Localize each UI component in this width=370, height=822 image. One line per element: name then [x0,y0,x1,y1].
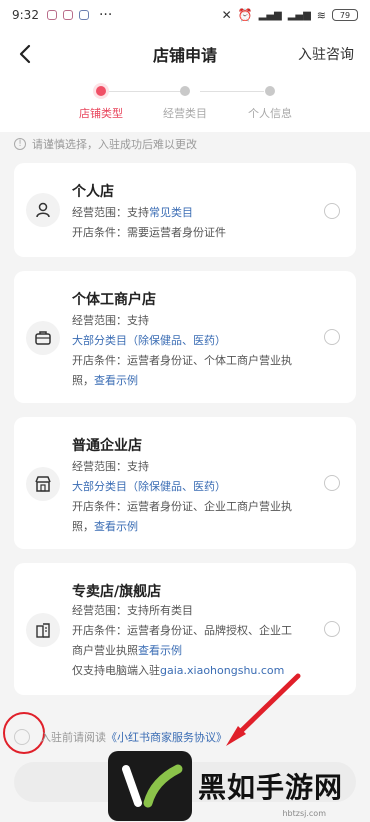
store-icon [26,467,60,501]
signal-icon: ▂▄▆ [287,9,311,21]
notice-text: ! 请谨慎选择，入驻成功后难以更改 [14,136,197,152]
notice-label: 请谨慎选择，入驻成功后难以更改 [32,138,197,151]
briefcase-icon [26,321,60,355]
card-condition: 开店条件：需要运营者身份证件 [72,223,302,243]
card-condition: 开店条件：运营者身份证、企业工商户营业执照，查看示例 [72,497,302,537]
scope-highlight: 大部分类目（除保健品、医药） [72,334,226,347]
person-icon [26,193,60,227]
building-icon [26,613,60,647]
select-radio[interactable] [324,329,340,345]
agreement-text: 入驻前请阅读《小红书商家服务协议》 [40,729,227,745]
card-scope: 经营范围：支持常见类目 [72,203,302,223]
agreement-prefix: 入驻前请阅读 [40,731,106,744]
scope-highlight: 常见类目 [149,206,193,219]
shop-type-card-flagship[interactable]: 专卖店/旗舰店 经营范围：支持所有类目 开店条件：运营者身份证、品牌授权、企业工… [14,563,356,695]
watermark-logo [108,751,192,821]
agreement-checkbox[interactable] [14,729,30,745]
status-time: 9:32 [12,8,39,22]
card-title: 个人店 [72,184,114,200]
view-example-link[interactable]: 查看示例 [94,374,138,387]
pc-only-label: 仅支持电脑端入驻 [72,664,160,677]
step-label: 店铺类型 [79,107,123,120]
scope-label: 经营范围：支持 [72,314,149,327]
card-scope: 经营范围：支持所有类目 [72,601,302,621]
wifi-icon: ≋ [316,8,326,22]
navigation-bar: 店铺申请 入驻咨询 [0,30,370,78]
step-dot [180,86,190,96]
shop-type-card-individual-business[interactable]: 个体工商户店 经营范围：支持大部分类目（除保健品、医药） 开店条件：运营者身份证… [14,271,356,403]
view-example-link[interactable]: 查看示例 [94,520,138,533]
more-notifications-icon: ··· [98,7,113,23]
scope-highlight: 大部分类目（除保健品、医药） [72,480,226,493]
condition-label: 开店条件：运营者身份证、品牌授权、企业工商户营业执照 [72,624,292,657]
info-icon: ! [14,138,26,150]
alarm-icon: ⏰ [237,8,253,22]
card-pc-only-note: 仅支持电脑端入驻gaia.xiaohongshu.com [72,661,302,681]
mute-icon: ✕ [221,8,232,22]
battery-icon: 79 [332,9,358,21]
shop-type-card-personal[interactable]: 个人店 经营范围：支持常见类目 开店条件：需要运营者身份证件 [14,163,356,257]
view-example-link[interactable]: 查看示例 [138,644,182,657]
step-dot [265,86,275,96]
scope-label: 经营范围：支持 [72,460,149,473]
select-radio[interactable] [324,203,340,219]
step-dot [96,86,106,96]
watermark-url: hbtzsj.com [282,809,326,818]
battery-level: 79 [339,10,351,20]
step-shop-type: 店铺类型 [61,86,141,121]
card-scope: 经营范围：支持大部分类目（除保健品、医药） [72,311,302,351]
scope-label: 经营范围：支持所有类目 [72,604,193,617]
notification-icon [62,10,73,20]
card-title: 专卖店/旗舰店 [72,584,162,600]
signal-icon: ▂▄▆ [258,9,282,21]
agreement-row: 入驻前请阅读《小红书商家服务协议》 [0,712,370,754]
step-personal-info: 个人信息 [230,86,310,121]
back-arrow-icon[interactable] [12,40,40,68]
card-condition: 开店条件：运营者身份证、个体工商户营业执照，查看示例 [72,351,302,391]
status-bar: 9:32 ··· ✕ ⏰ ▂▄▆ ▂▄▆ ≋ 79 [0,0,370,30]
step-label: 个人信息 [248,107,292,120]
pc-site-link[interactable]: gaia.xiaohongshu.com [160,664,284,677]
shop-type-card-enterprise[interactable]: 普通企业店 经营范围：支持大部分类目（除保健品、医药） 开店条件：运营者身份证、… [14,417,356,549]
watermark: 黑如手游网 hbtzsj.com [108,750,370,822]
scope-label: 经营范围：支持 [72,206,149,219]
condition-label: 开店条件：需要运营者身份证件 [72,226,226,239]
notification-icon [46,10,57,20]
notification-icon [78,10,89,20]
card-title: 个体工商户店 [72,292,156,308]
card-scope: 经营范围：支持大部分类目（除保健品、医药） [72,457,302,497]
card-title: 普通企业店 [72,438,142,454]
step-indicator: 店铺类型 经营类目 个人信息 [0,78,370,132]
consult-link[interactable]: 入驻咨询 [298,44,354,64]
select-radio[interactable] [324,621,340,637]
card-condition: 开店条件：运营者身份证、品牌授权、企业工商户营业执照查看示例 [72,621,302,661]
watermark-text: 黑如手游网 [198,771,344,804]
select-radio[interactable] [324,475,340,491]
step-label: 经营类目 [163,107,207,120]
agreement-link[interactable]: 《小红书商家服务协议》 [106,731,227,744]
step-category: 经营类目 [145,86,225,121]
